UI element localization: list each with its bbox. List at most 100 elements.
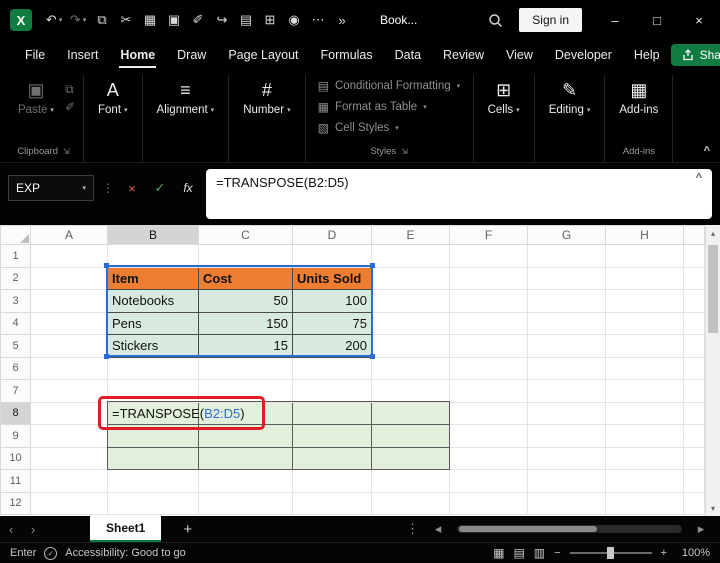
- cell-stub-5[interactable]: [683, 334, 705, 358]
- qat-cut-button[interactable]: ✂: [114, 7, 138, 33]
- cell-stub-8[interactable]: [683, 401, 705, 425]
- cell-G4[interactable]: [527, 311, 606, 335]
- cell-B5[interactable]: Stickers: [107, 334, 199, 358]
- col-header-A[interactable]: A: [30, 225, 108, 245]
- cell-D6[interactable]: [292, 356, 372, 380]
- cell-stub-12[interactable]: [683, 491, 705, 515]
- alignment-button[interactable]: ≡ Alignment ▾: [151, 75, 221, 116]
- addins-button[interactable]: ▦ Add-ins: [613, 75, 664, 116]
- cell-E9[interactable]: [371, 424, 450, 448]
- cell-D1[interactable]: [292, 244, 372, 268]
- cell-A10[interactable]: [30, 446, 108, 470]
- cell-H6[interactable]: [605, 356, 684, 380]
- sheet-nav-right-icon[interactable]: ›: [22, 522, 44, 537]
- minimize-button[interactable]: –: [594, 0, 636, 40]
- cell-D2[interactable]: Units Sold: [292, 266, 372, 290]
- cell-E2[interactable]: [371, 266, 450, 290]
- qat-grid-button[interactable]: ⊞: [258, 7, 282, 33]
- cell-A2[interactable]: [30, 266, 108, 290]
- cell-E8[interactable]: [371, 401, 450, 425]
- cell-F11[interactable]: [449, 469, 528, 493]
- format-as-table-button[interactable]: ▦ Format as Table ▾: [314, 96, 427, 117]
- cell-stub-7[interactable]: [683, 379, 705, 403]
- qat-copy-button[interactable]: ⧉: [90, 7, 114, 33]
- editing-button[interactable]: ✎ Editing ▾: [543, 75, 597, 116]
- cell-F10[interactable]: [449, 446, 528, 470]
- cell-F9[interactable]: [449, 424, 528, 448]
- zoom-level[interactable]: 100%: [676, 547, 710, 559]
- cell-B9[interactable]: [107, 424, 199, 448]
- cell-A3[interactable]: [30, 289, 108, 313]
- dialog-launcher-icon[interactable]: ⇲: [63, 147, 70, 156]
- tab-review[interactable]: Review: [432, 40, 495, 70]
- cell-stub-9[interactable]: [683, 424, 705, 448]
- row-header-2[interactable]: 2: [0, 266, 31, 290]
- cell-B4[interactable]: Pens: [107, 311, 199, 335]
- horizontal-scroll-thumb[interactable]: [459, 526, 597, 532]
- hscroll-left-icon[interactable]: ◂: [427, 521, 449, 537]
- formula-bar-grip[interactable]: ⋮: [102, 175, 114, 201]
- qat-redo-curve-button[interactable]: ↪: [210, 7, 234, 33]
- cell-E12[interactable]: [371, 491, 450, 515]
- cell-A12[interactable]: [30, 491, 108, 515]
- tab-help[interactable]: Help: [623, 40, 671, 70]
- cell-D5[interactable]: 200: [292, 334, 372, 358]
- cell-A9[interactable]: [30, 424, 108, 448]
- tab-insert[interactable]: Insert: [56, 40, 109, 70]
- cell-D4[interactable]: 75: [292, 311, 372, 335]
- col-header-F[interactable]: F: [449, 225, 528, 245]
- cell-stub-1[interactable]: [683, 244, 705, 268]
- tab-file[interactable]: File: [14, 40, 56, 70]
- cell-H1[interactable]: [605, 244, 684, 268]
- vertical-scroll-thumb[interactable]: [708, 245, 718, 333]
- scroll-down-icon[interactable]: ▾: [706, 500, 720, 516]
- cell-G12[interactable]: [527, 491, 606, 515]
- col-header-H[interactable]: H: [605, 225, 684, 245]
- row-header-11[interactable]: 11: [0, 469, 31, 493]
- tab-data[interactable]: Data: [384, 40, 432, 70]
- cell-H5[interactable]: [605, 334, 684, 358]
- tab-view[interactable]: View: [495, 40, 544, 70]
- cell-E6[interactable]: [371, 356, 450, 380]
- cell-H3[interactable]: [605, 289, 684, 313]
- cell-G3[interactable]: [527, 289, 606, 313]
- cell-H4[interactable]: [605, 311, 684, 335]
- cell-B11[interactable]: [107, 469, 199, 493]
- horizontal-scrollbar[interactable]: [457, 525, 682, 533]
- cell-stub-11[interactable]: [683, 469, 705, 493]
- row-header-8[interactable]: 8: [0, 401, 31, 425]
- cell-D10[interactable]: [292, 446, 372, 470]
- collapse-ribbon-icon[interactable]: ^: [704, 145, 710, 157]
- col-header-B[interactable]: B: [107, 225, 199, 245]
- format-painter-button[interactable]: ✐: [65, 101, 75, 113]
- cell-E5[interactable]: [371, 334, 450, 358]
- qat-more-button[interactable]: ⋯: [306, 7, 330, 33]
- hscroll-right-icon[interactable]: ▸: [690, 521, 712, 537]
- qat-camera-button[interactable]: ◉: [282, 7, 306, 33]
- cell-H2[interactable]: [605, 266, 684, 290]
- copy-button[interactable]: ⧉: [65, 83, 75, 95]
- cell-E1[interactable]: [371, 244, 450, 268]
- cell-E7[interactable]: [371, 379, 450, 403]
- cell-B12[interactable]: [107, 491, 199, 515]
- cell-C1[interactable]: [198, 244, 293, 268]
- cell-C11[interactable]: [198, 469, 293, 493]
- page-layout-view-icon[interactable]: ▤: [513, 546, 524, 560]
- cell-A4[interactable]: [30, 311, 108, 335]
- cell-B8-active-formula[interactable]: =TRANSPOSE(B2:D5): [107, 401, 245, 425]
- cell-B10[interactable]: [107, 446, 199, 470]
- collapse-formula-bar-icon[interactable]: ^: [696, 172, 702, 184]
- cell-F2[interactable]: [449, 266, 528, 290]
- font-button[interactable]: A Font ▾: [92, 75, 134, 116]
- cell-C4[interactable]: 150: [198, 311, 293, 335]
- qat-overflow-button[interactable]: »: [330, 7, 354, 33]
- cell-B6[interactable]: [107, 356, 199, 380]
- cell-F8[interactable]: [449, 401, 528, 425]
- cell-F4[interactable]: [449, 311, 528, 335]
- cell-G1[interactable]: [527, 244, 606, 268]
- tab-page-layout[interactable]: Page Layout: [217, 40, 309, 70]
- number-button[interactable]: # Number ▾: [237, 75, 296, 116]
- tab-developer[interactable]: Developer: [544, 40, 623, 70]
- cell-D12[interactable]: [292, 491, 372, 515]
- cells-button[interactable]: ⊞ Cells ▾: [482, 75, 526, 116]
